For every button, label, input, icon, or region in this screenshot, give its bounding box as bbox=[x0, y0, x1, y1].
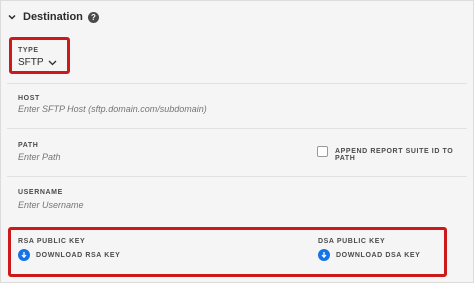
section-title: Destination bbox=[23, 11, 83, 23]
type-selected-value: SFTP bbox=[18, 57, 44, 68]
download-dsa-key-label: DOWNLOAD DSA KEY bbox=[336, 251, 421, 259]
append-report-suite-label: APPEND REPORT SUITE ID TO PATH bbox=[335, 148, 454, 162]
path-label: PATH bbox=[18, 142, 39, 149]
path-input[interactable] bbox=[18, 152, 218, 162]
host-input[interactable] bbox=[18, 104, 248, 114]
download-dsa-key-button[interactable]: DOWNLOAD DSA KEY bbox=[318, 249, 420, 261]
chevron-down-icon[interactable] bbox=[7, 12, 17, 22]
divider bbox=[7, 83, 467, 84]
rsa-key-label: RSA PUBLIC KEY bbox=[18, 238, 86, 245]
divider bbox=[7, 128, 467, 129]
section-header[interactable]: Destination ? bbox=[1, 1, 474, 33]
chevron-down-icon bbox=[48, 60, 57, 66]
download-icon bbox=[318, 249, 330, 261]
username-input[interactable] bbox=[18, 200, 248, 210]
type-highlight-box bbox=[9, 37, 70, 74]
username-label: USERNAME bbox=[18, 189, 63, 196]
download-rsa-key-label: DOWNLOAD RSA KEY bbox=[36, 251, 121, 259]
type-select[interactable]: SFTP bbox=[18, 57, 57, 68]
download-rsa-key-button[interactable]: DOWNLOAD RSA KEY bbox=[18, 249, 120, 261]
append-report-suite-checkbox[interactable] bbox=[317, 146, 328, 157]
host-label: HOST bbox=[18, 95, 40, 102]
help-icon[interactable]: ? bbox=[87, 11, 99, 23]
dsa-key-label: DSA PUBLIC KEY bbox=[318, 238, 386, 245]
type-label: TYPE bbox=[18, 47, 39, 54]
destination-panel: Destination ? TYPE SFTP HOST PATH APPEND… bbox=[0, 0, 474, 283]
download-icon bbox=[18, 249, 30, 261]
divider bbox=[7, 176, 467, 177]
